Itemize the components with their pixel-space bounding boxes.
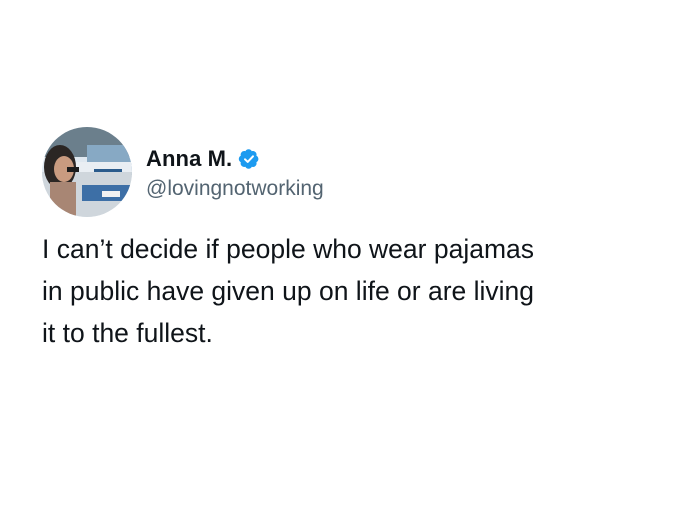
tweet-card: Anna M. @lovingnotworking I can’t decide… xyxy=(0,0,700,506)
tweet-text-line: it to the fullest. xyxy=(42,318,213,348)
verified-badge-icon xyxy=(238,148,260,170)
author-handle[interactable]: @lovingnotworking xyxy=(146,177,324,201)
name-row: Anna M. xyxy=(146,143,324,175)
tweet-text-line: in public have given up on life or are l… xyxy=(42,276,535,306)
author-display-name[interactable]: Anna M. xyxy=(146,146,232,172)
avatar[interactable] xyxy=(42,127,132,217)
tweet-text: I can’t decide if people who wear pajama… xyxy=(42,228,672,354)
author-names: Anna M. @lovingnotworking xyxy=(146,143,324,201)
tweet-text-line: I can’t decide if people who wear pajama… xyxy=(42,234,535,264)
avatar-photo xyxy=(42,127,132,217)
tweet-header: Anna M. @lovingnotworking xyxy=(42,127,324,217)
